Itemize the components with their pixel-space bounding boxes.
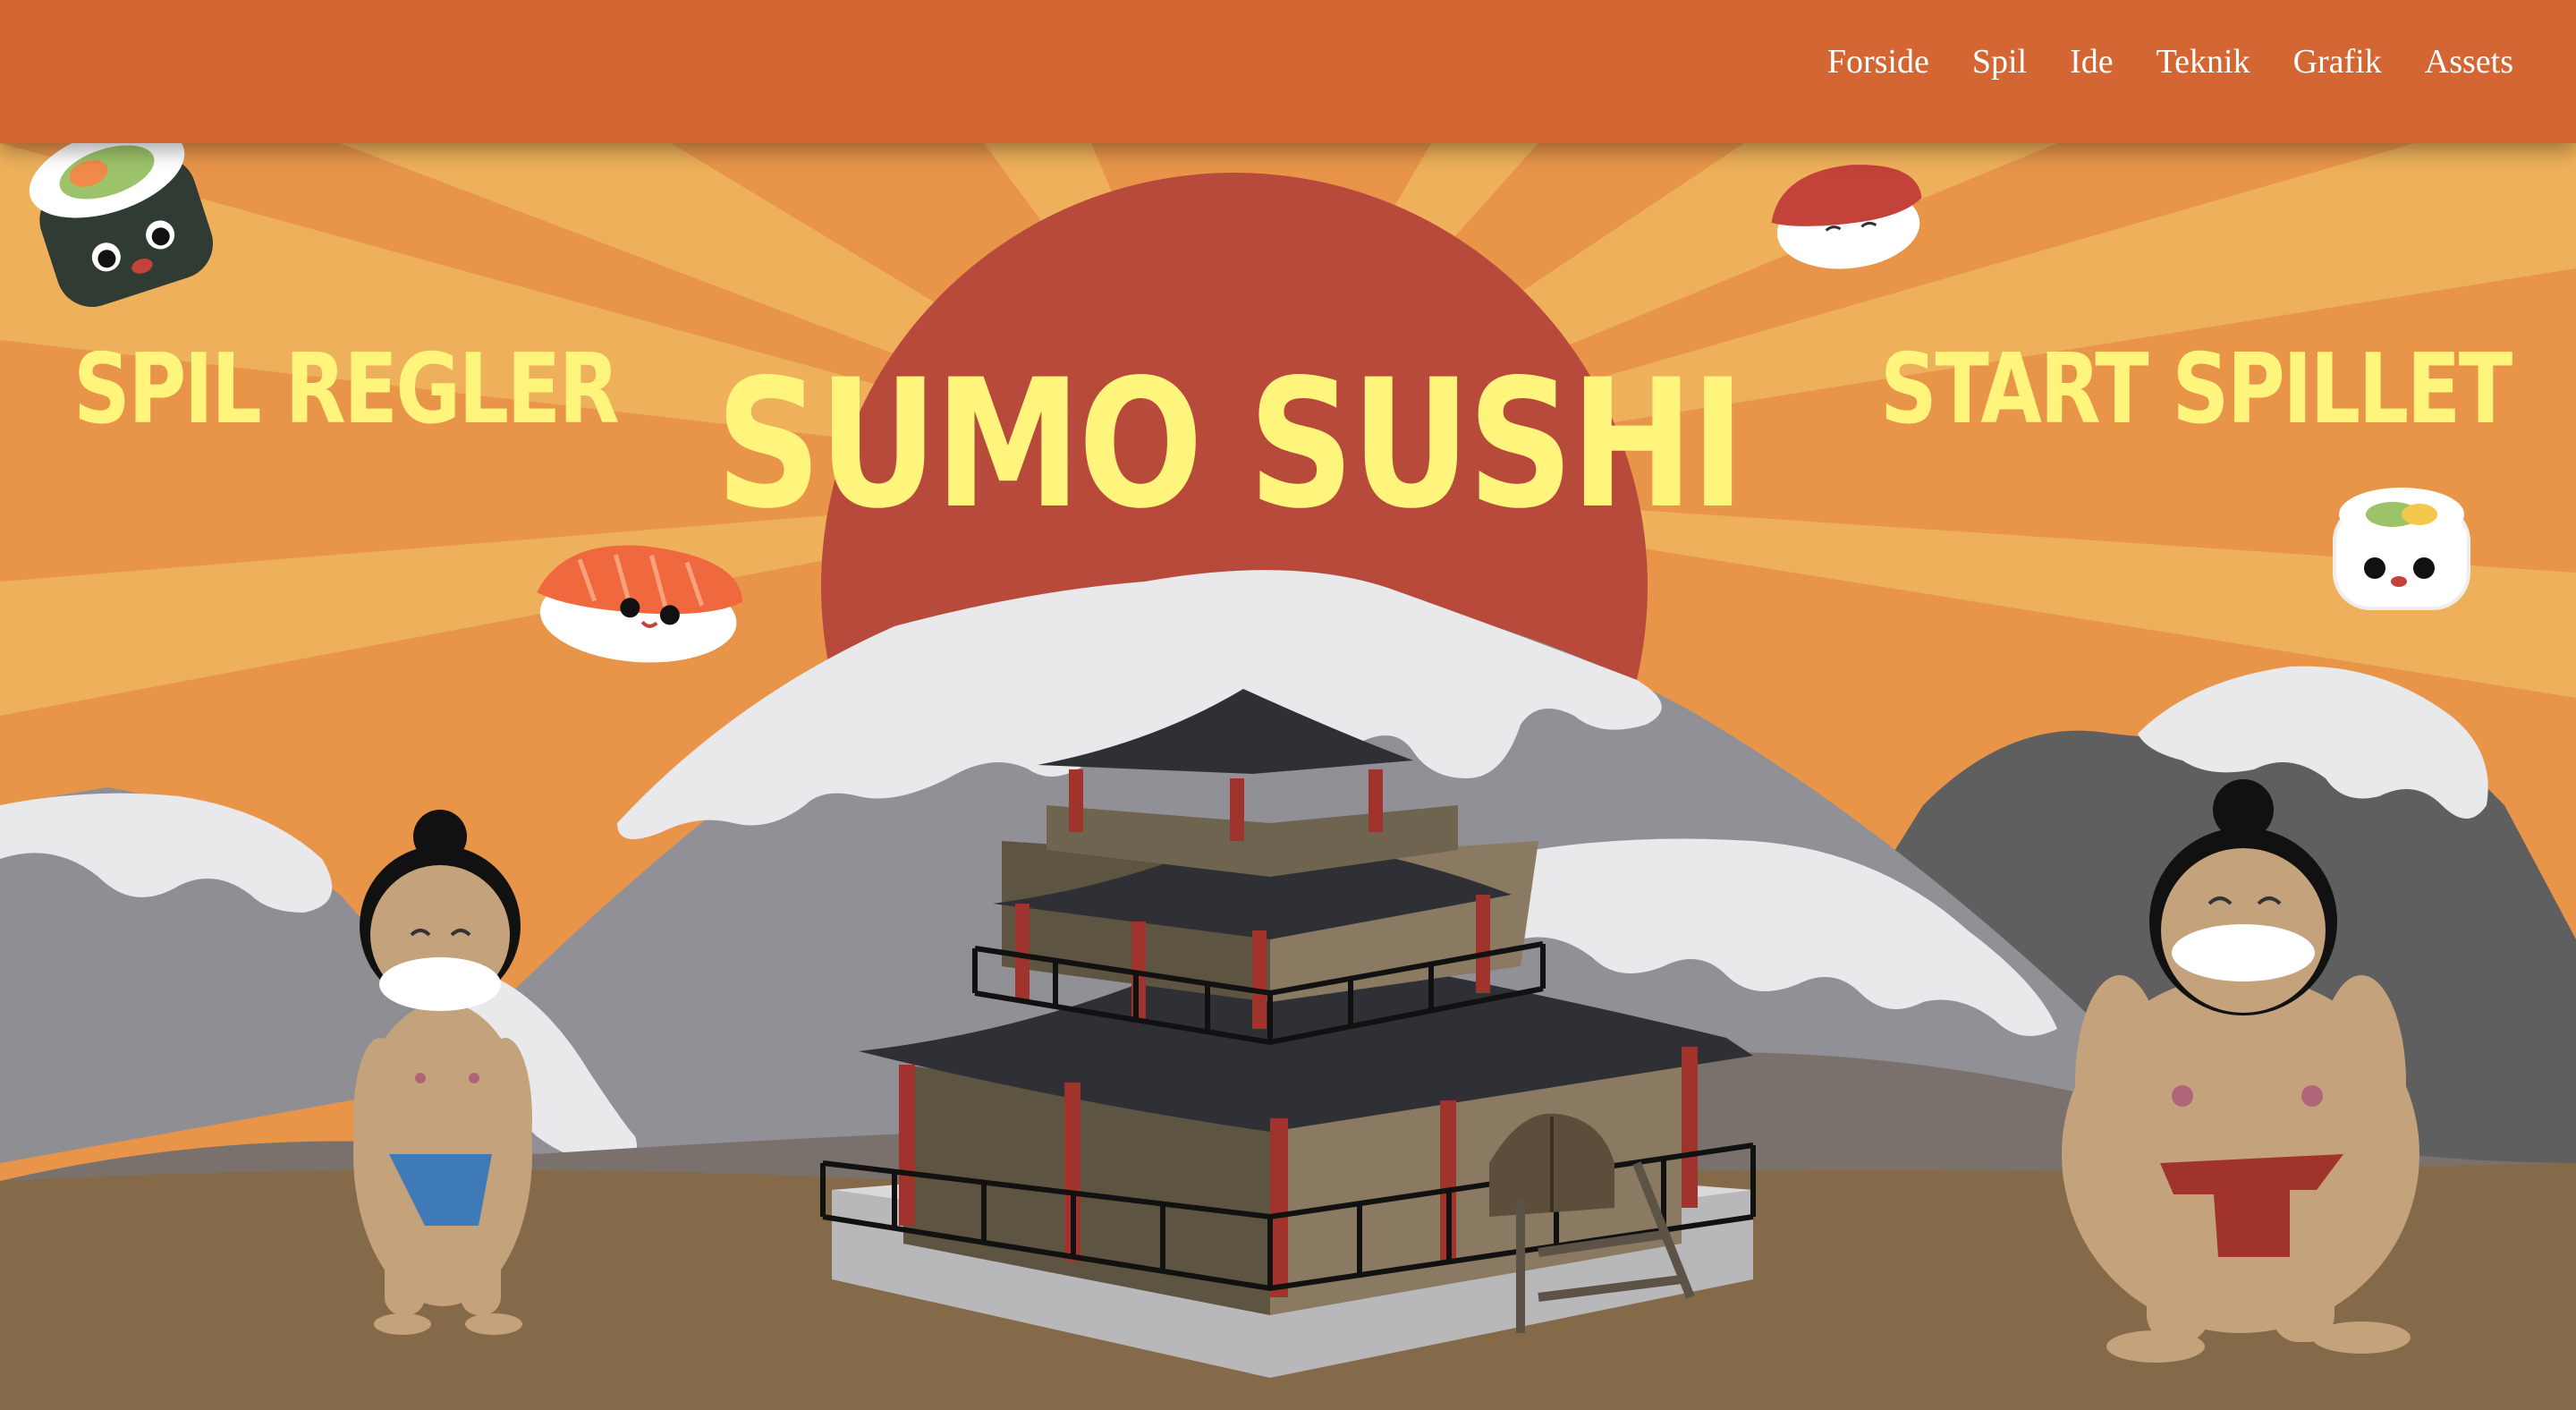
nav-link-forside[interactable]: Forside xyxy=(1827,45,1929,79)
game-background-scene xyxy=(0,0,2576,1410)
game-title: SUMO SUSHI xyxy=(716,341,1745,548)
top-navbar: Forside Spil Ide Teknik Grafik Assets xyxy=(0,0,2576,143)
nav-link-assets[interactable]: Assets xyxy=(2425,45,2513,79)
sushi-maki-icon xyxy=(2333,488,2470,610)
nav-link-spil[interactable]: Spil xyxy=(1972,45,2027,79)
main-nav: Forside Spil Ide Teknik Grafik Assets xyxy=(1827,45,2513,79)
start-game-button[interactable]: START SPILLET xyxy=(1880,342,2512,438)
nav-link-grafik[interactable]: Grafik xyxy=(2293,45,2382,79)
game-rules-button[interactable]: SPIL REGLER xyxy=(73,342,620,438)
nav-link-ide[interactable]: Ide xyxy=(2070,45,2114,79)
nav-link-teknik[interactable]: Teknik xyxy=(2157,45,2250,79)
sumo-wrestler-small xyxy=(353,810,532,1335)
